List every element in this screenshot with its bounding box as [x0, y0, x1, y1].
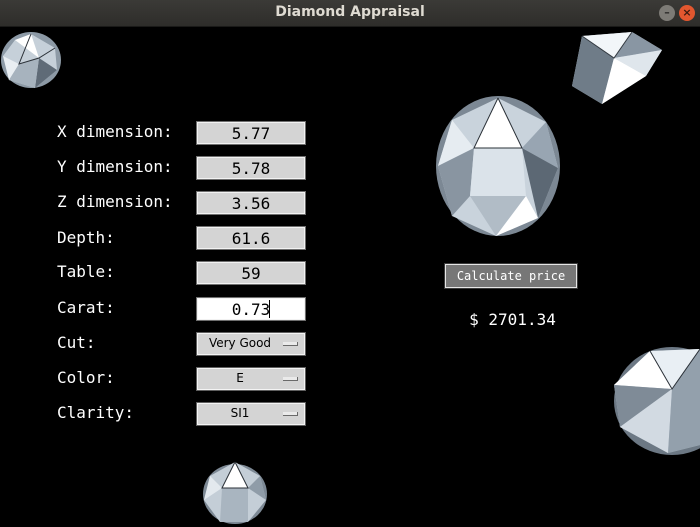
dropdown-indicator-icon — [283, 342, 298, 346]
clarity-value: SI1 — [230, 406, 250, 420]
label-y-dimension: Y dimension: — [57, 157, 173, 176]
calculate-price-button[interactable]: Calculate price — [444, 263, 578, 289]
app-window: Diamond Appraisal – × X dimension: Y dim… — [0, 0, 700, 527]
diamond-icon — [1, 32, 61, 88]
label-color: Color: — [57, 368, 115, 387]
title-bar: Diamond Appraisal – × — [0, 0, 700, 27]
label-clarity: Clarity: — [57, 403, 135, 422]
x-dimension-input[interactable] — [196, 121, 306, 145]
y-dimension-input[interactable] — [196, 156, 306, 180]
diamond-icon — [614, 347, 700, 455]
label-depth: Depth: — [57, 228, 115, 247]
color-dropdown[interactable]: E — [196, 367, 306, 391]
price-result: $ 2701.34 — [469, 310, 556, 329]
color-value: E — [236, 371, 244, 385]
z-dimension-input[interactable] — [196, 191, 306, 215]
table-input[interactable] — [196, 261, 306, 285]
close-icon[interactable]: × — [679, 5, 695, 21]
dropdown-indicator-icon — [283, 412, 298, 416]
label-z-dimension: Z dimension: — [57, 192, 173, 211]
diamond-icon — [203, 461, 267, 524]
label-carat: Carat: — [57, 298, 115, 317]
minimize-icon[interactable]: – — [659, 5, 675, 21]
label-x-dimension: X dimension: — [57, 122, 173, 141]
cut-dropdown[interactable]: Very Good — [196, 332, 306, 356]
label-cut: Cut: — [57, 333, 96, 352]
depth-input[interactable] — [196, 226, 306, 250]
window-title: Diamond Appraisal — [275, 4, 425, 20]
text-cursor — [269, 300, 270, 318]
diamond-icon — [572, 31, 662, 104]
carat-input[interactable] — [196, 297, 306, 321]
diamond-icon — [436, 96, 560, 236]
dropdown-indicator-icon — [283, 377, 298, 381]
label-table: Table: — [57, 262, 115, 281]
clarity-dropdown[interactable]: SI1 — [196, 402, 306, 426]
cut-value: Very Good — [208, 336, 272, 350]
